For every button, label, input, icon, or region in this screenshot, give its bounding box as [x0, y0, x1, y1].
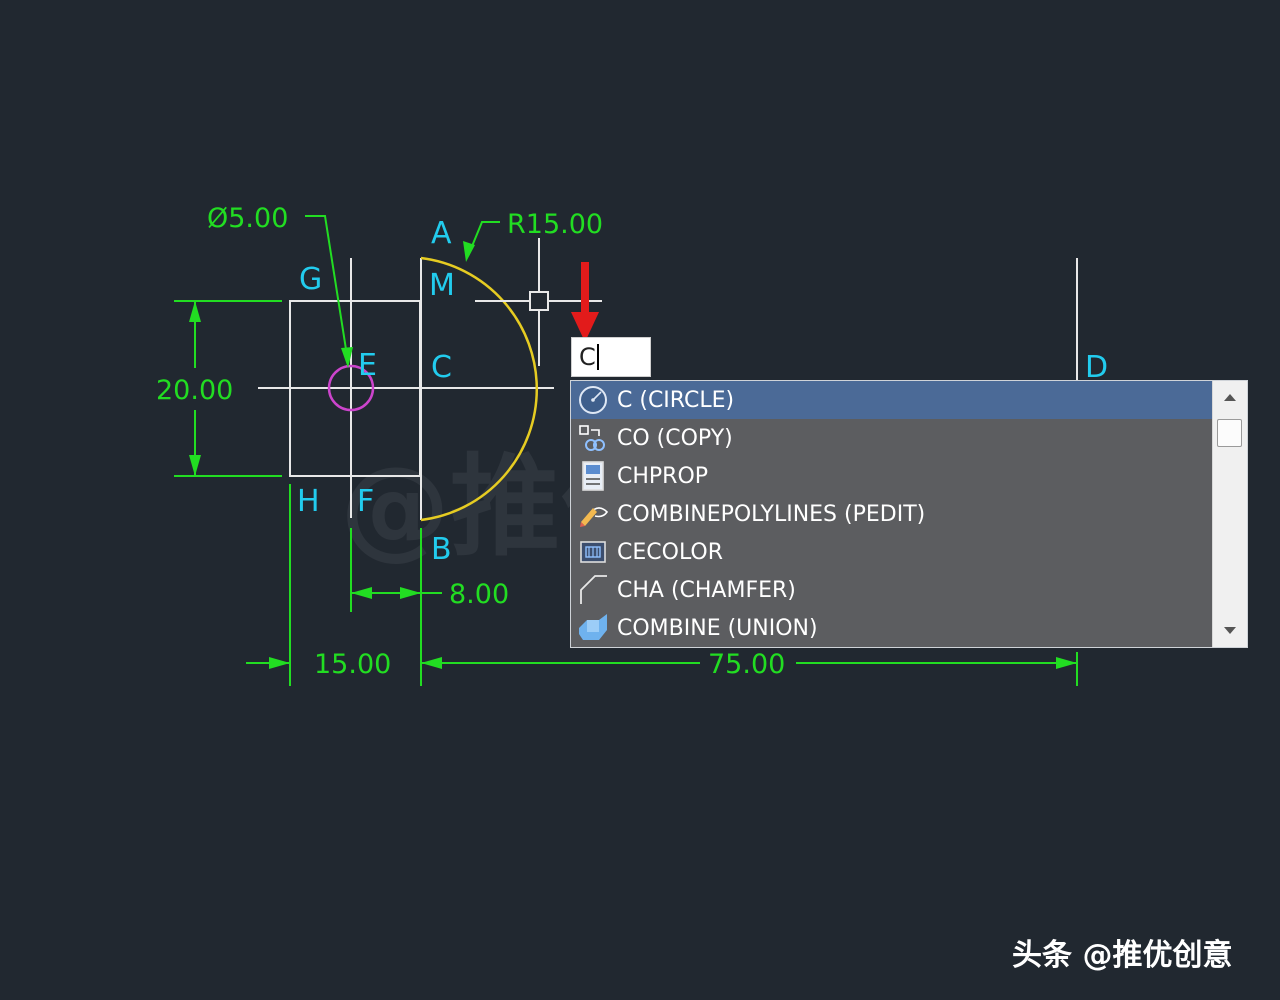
autocomplete-item-copy[interactable]: CO (COPY)	[571, 419, 1213, 457]
scroll-up-arrow-icon[interactable]	[1224, 394, 1236, 401]
autocomplete-item-cecolor[interactable]: CECOLOR	[571, 533, 1213, 571]
autocomplete-item-label: CECOLOR	[617, 539, 724, 565]
union-icon	[576, 611, 610, 645]
point-label-h: H	[297, 484, 320, 519]
circle-icon	[576, 383, 610, 417]
command-input-value: C	[579, 343, 596, 371]
point-label-c: C	[431, 350, 452, 385]
dimension-total-width: 75.00	[708, 649, 785, 680]
dimension-diameter: Ø5.00	[207, 203, 288, 234]
autocomplete-item-circle[interactable]: C (CIRCLE)	[571, 381, 1213, 419]
properties-icon	[576, 459, 610, 493]
autocomplete-item-label: COMBINE (UNION)	[617, 615, 818, 641]
command-input[interactable]: C	[571, 337, 651, 377]
autocomplete-item-label: CHA (CHAMFER)	[617, 577, 796, 603]
pedit-icon	[576, 497, 610, 531]
autocomplete-list[interactable]: C (CIRCLE) CO (COPY) CHPROP COMBINEPOLYL…	[570, 380, 1248, 648]
autocomplete-item-label: CHPROP	[617, 463, 709, 489]
chamfer-icon	[576, 573, 610, 607]
dimension-left-width: 15.00	[314, 649, 391, 680]
autocomplete-scrollbar[interactable]	[1212, 381, 1247, 647]
color-icon	[576, 535, 610, 569]
dimension-offset: 8.00	[449, 579, 509, 610]
autocomplete-item-chamfer[interactable]: CHA (CHAMFER)	[571, 571, 1213, 609]
watermark-text: 头条 @推优创意	[1012, 938, 1233, 973]
autocomplete-item-label: COMBINEPOLYLINES (PEDIT)	[617, 501, 926, 527]
copy-icon	[576, 421, 610, 455]
autocomplete-item-chprop[interactable]: CHPROP	[571, 457, 1213, 495]
point-label-g: G	[299, 262, 322, 297]
text-caret	[596, 344, 599, 370]
scroll-down-arrow-icon[interactable]	[1224, 627, 1236, 634]
autocomplete-item-label: CO (COPY)	[617, 425, 733, 451]
autocomplete-item-combine-union[interactable]: COMBINE (UNION)	[571, 609, 1213, 647]
point-label-m: M	[429, 268, 455, 303]
autocomplete-item-combinepolylines[interactable]: COMBINEPOLYLINES (PEDIT)	[571, 495, 1213, 533]
dimension-height: 20.00	[156, 375, 233, 406]
point-label-e: E	[358, 348, 377, 383]
dimension-radius: R15.00	[507, 209, 603, 240]
scrollbar-thumb[interactable]	[1217, 419, 1242, 447]
point-label-b: B	[431, 532, 452, 567]
point-label-a: A	[431, 216, 452, 251]
autocomplete-item-label: C (CIRCLE)	[617, 387, 735, 413]
point-label-f: F	[357, 484, 374, 519]
